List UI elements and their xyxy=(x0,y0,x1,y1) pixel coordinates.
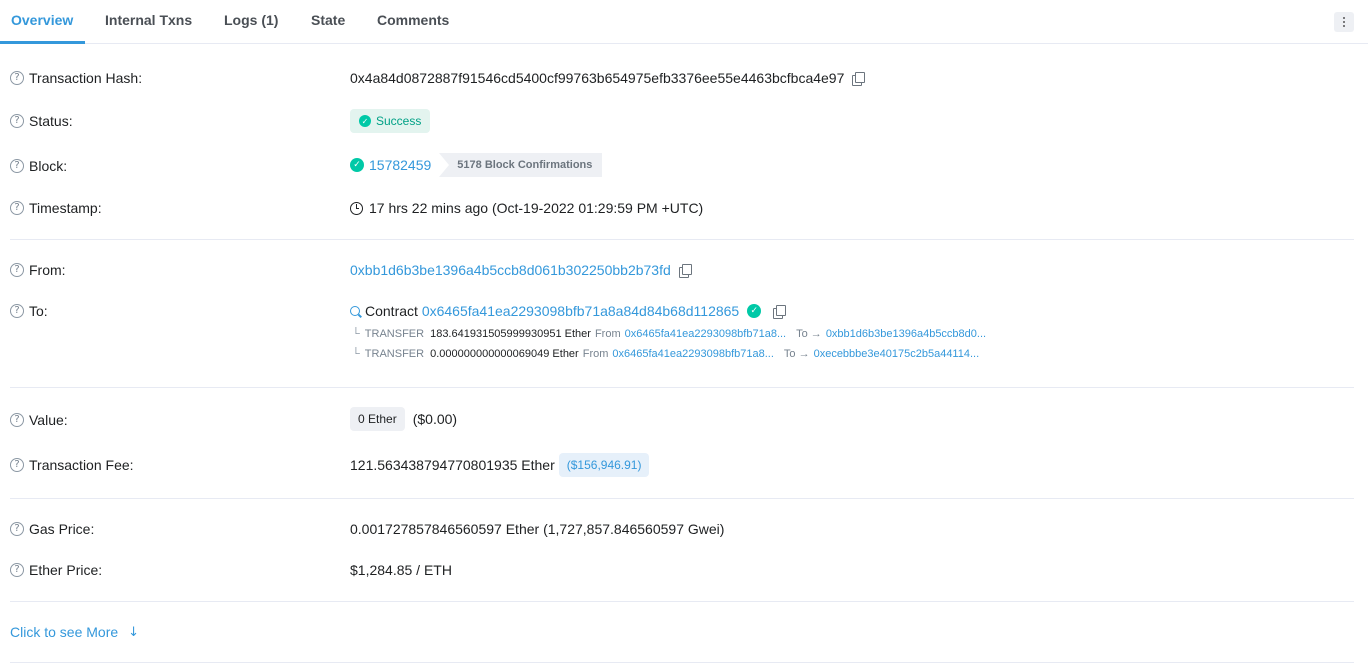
tab-state[interactable]: State xyxy=(311,12,345,28)
tab-overview[interactable]: Overview xyxy=(11,12,73,28)
help-icon[interactable]: ? xyxy=(10,71,24,85)
copy-icon[interactable] xyxy=(773,304,787,319)
transfer-to-link[interactable]: 0xbb1d6b3be1396a4b5ccb8d0... xyxy=(826,328,986,340)
transfer-to-link[interactable]: 0xecebbbe3e40175c2b5a44114... xyxy=(814,348,980,360)
divider xyxy=(10,239,1354,240)
ether-price-value: $1,284.85 / ETH xyxy=(350,562,452,578)
value-amount-badge: 0 Ether xyxy=(350,407,405,431)
divider xyxy=(10,601,1354,602)
value-usd: ($0.00) xyxy=(412,411,458,427)
verified-check-icon: ✓ xyxy=(747,304,762,318)
tx-hash-value: 0x4a84d0872887f91546cd5400cf99763b654975… xyxy=(350,70,866,86)
arrow-down-icon: ↓ xyxy=(128,624,140,640)
divider xyxy=(10,662,1354,663)
more-options-button[interactable] xyxy=(1334,12,1354,32)
block-value: ✓ 15782459 5178 Block Confirmations xyxy=(350,153,603,177)
check-circle-icon: ✓ xyxy=(350,158,364,172)
from-value: 0xbb1d6b3be1396a4b5ccb8d061b302250bb2b73… xyxy=(350,262,692,278)
to-label: ? To: xyxy=(10,303,48,319)
fee-amount: 121.563438794770801935 Ether xyxy=(350,457,555,473)
tx-hash-label: ? Transaction Hash: xyxy=(10,70,142,86)
timestamp-value: 17 hrs 22 mins ago (Oct-19-2022 01:29:59… xyxy=(350,200,703,216)
ether-price-label: ? Ether Price: xyxy=(10,562,102,578)
fee-value: 121.563438794770801935 Ether ($156,946.9… xyxy=(350,453,650,477)
copy-icon[interactable] xyxy=(852,71,866,86)
transfer-from-link[interactable]: 0x6465fa41ea2293098bfb71a8... xyxy=(625,328,787,340)
tab-logs[interactable]: Logs (1) xyxy=(224,12,278,28)
gas-price-value: 0.001727857846560597 Ether (1,727,857.84… xyxy=(350,521,725,537)
search-icon[interactable] xyxy=(350,306,360,316)
tab-bar: Overview Internal Txns Logs (1) State Co… xyxy=(0,0,1368,44)
tree-corner-icon: └ xyxy=(352,328,360,340)
help-icon[interactable]: ? xyxy=(10,263,24,277)
gas-price-label: ? Gas Price: xyxy=(10,521,94,537)
divider xyxy=(10,387,1354,388)
help-icon[interactable]: ? xyxy=(10,413,24,427)
transfer-from-link[interactable]: 0x6465fa41ea2293098bfb71a8... xyxy=(612,348,774,360)
help-icon[interactable]: ? xyxy=(10,114,24,128)
see-more-link[interactable]: Click to see More ↓ xyxy=(10,624,139,640)
timestamp-label: ? Timestamp: xyxy=(10,200,102,216)
divider xyxy=(10,498,1354,499)
vertical-dots-icon xyxy=(1343,17,1345,27)
clock-icon xyxy=(350,201,363,215)
status-label: ? Status: xyxy=(10,113,73,129)
help-icon[interactable]: ? xyxy=(10,563,24,577)
tab-comments[interactable]: Comments xyxy=(377,12,449,28)
tab-internal-txns[interactable]: Internal Txns xyxy=(105,12,192,28)
fee-usd-badge: ($156,946.91) xyxy=(558,453,650,477)
contract-prefix: Contract xyxy=(365,303,418,319)
check-circle-icon: ✓ xyxy=(359,115,371,127)
help-icon[interactable]: ? xyxy=(10,201,24,215)
status-value: ✓ Success xyxy=(350,109,431,133)
block-label: ? Block: xyxy=(10,158,67,174)
fee-label: ? Transaction Fee: xyxy=(10,457,134,473)
help-icon[interactable]: ? xyxy=(10,458,24,472)
value-value: 0 Ether ($0.00) xyxy=(350,407,457,431)
from-label: ? From: xyxy=(10,262,66,278)
active-tab-indicator xyxy=(0,41,85,44)
contract-address-link[interactable]: 0x6465fa41ea2293098bfb71a8a84d84b68d1128… xyxy=(422,303,739,319)
block-confirmations-badge: 5178 Block Confirmations xyxy=(439,153,603,177)
value-label: ? Value: xyxy=(10,412,68,428)
block-number-link[interactable]: 15782459 xyxy=(369,157,431,173)
from-address-link[interactable]: 0xbb1d6b3be1396a4b5ccb8d061b302250bb2b73… xyxy=(350,262,671,278)
internal-transfer-row: └ TRANSFER 0.000000000000069049 Ether Fr… xyxy=(352,348,980,360)
help-icon[interactable]: ? xyxy=(10,304,24,318)
help-icon[interactable]: ? xyxy=(10,522,24,536)
tx-hash-text: 0x4a84d0872887f91546cd5400cf99763b654975… xyxy=(350,70,845,86)
copy-icon[interactable] xyxy=(678,263,692,278)
to-value: Contract 0x6465fa41ea2293098bfb71a8a84d8… xyxy=(350,303,787,319)
status-badge: ✓ Success xyxy=(350,109,431,133)
tree-corner-icon: └ xyxy=(352,348,360,360)
help-icon[interactable]: ? xyxy=(10,159,24,173)
internal-transfer-row: └ TRANSFER 183.641931505999930951 Ether … xyxy=(352,328,987,340)
